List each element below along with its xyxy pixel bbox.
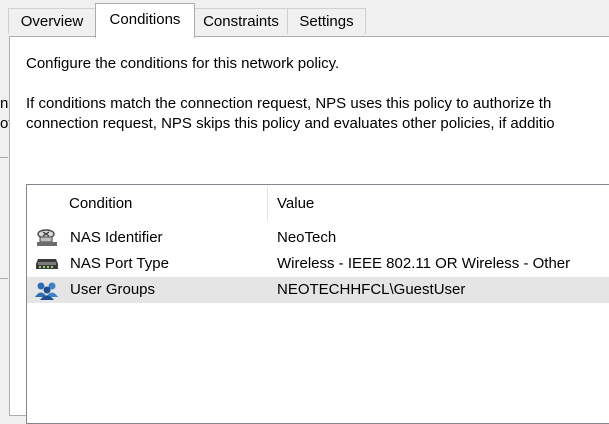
conditions-list[interactable]: Condition Value NAS Identifier NeoTech N… bbox=[26, 184, 609, 424]
column-header-value[interactable]: Value bbox=[269, 185, 609, 223]
tab-conditions[interactable]: Conditions bbox=[95, 3, 195, 38]
left-clipped-char-1: n bbox=[0, 95, 9, 112]
intro-text: Configure the conditions for this networ… bbox=[26, 55, 340, 72]
row-value: NEOTECHHFCL\GuestUser bbox=[277, 281, 466, 298]
nas-port-type-icon bbox=[36, 259, 58, 269]
table-row[interactable]: NAS Port Type Wireless - IEEE 802.11 OR … bbox=[27, 251, 609, 277]
tab-strip: Overview Conditions Constraints Settings bbox=[0, 0, 609, 38]
column-separator[interactable] bbox=[267, 187, 268, 221]
tab-overview[interactable]: Overview bbox=[8, 8, 96, 34]
table-row[interactable]: NAS Identifier NeoTech bbox=[27, 225, 609, 251]
user-groups-icon bbox=[35, 282, 58, 300]
nas-identifier-icon bbox=[37, 229, 57, 246]
row-condition: NAS Identifier bbox=[70, 229, 163, 246]
tab-constraints[interactable]: Constraints bbox=[194, 8, 288, 34]
row-value: Wireless - IEEE 802.11 OR Wireless - Oth… bbox=[277, 255, 571, 272]
row-condition: User Groups bbox=[70, 281, 156, 298]
description-line-1: If conditions match the connection reque… bbox=[26, 95, 552, 112]
description-line-2: connection request, NPS skips this polic… bbox=[26, 115, 555, 132]
tab-settings[interactable]: Settings bbox=[287, 8, 366, 34]
left-divider bbox=[0, 278, 8, 279]
left-divider bbox=[0, 157, 8, 158]
column-header-condition[interactable]: Condition bbox=[27, 185, 267, 223]
row-value: NeoTech bbox=[277, 229, 337, 246]
row-condition: NAS Port Type bbox=[70, 255, 169, 272]
table-row[interactable]: User Groups NEOTECHHFCL\GuestUser bbox=[27, 277, 609, 303]
